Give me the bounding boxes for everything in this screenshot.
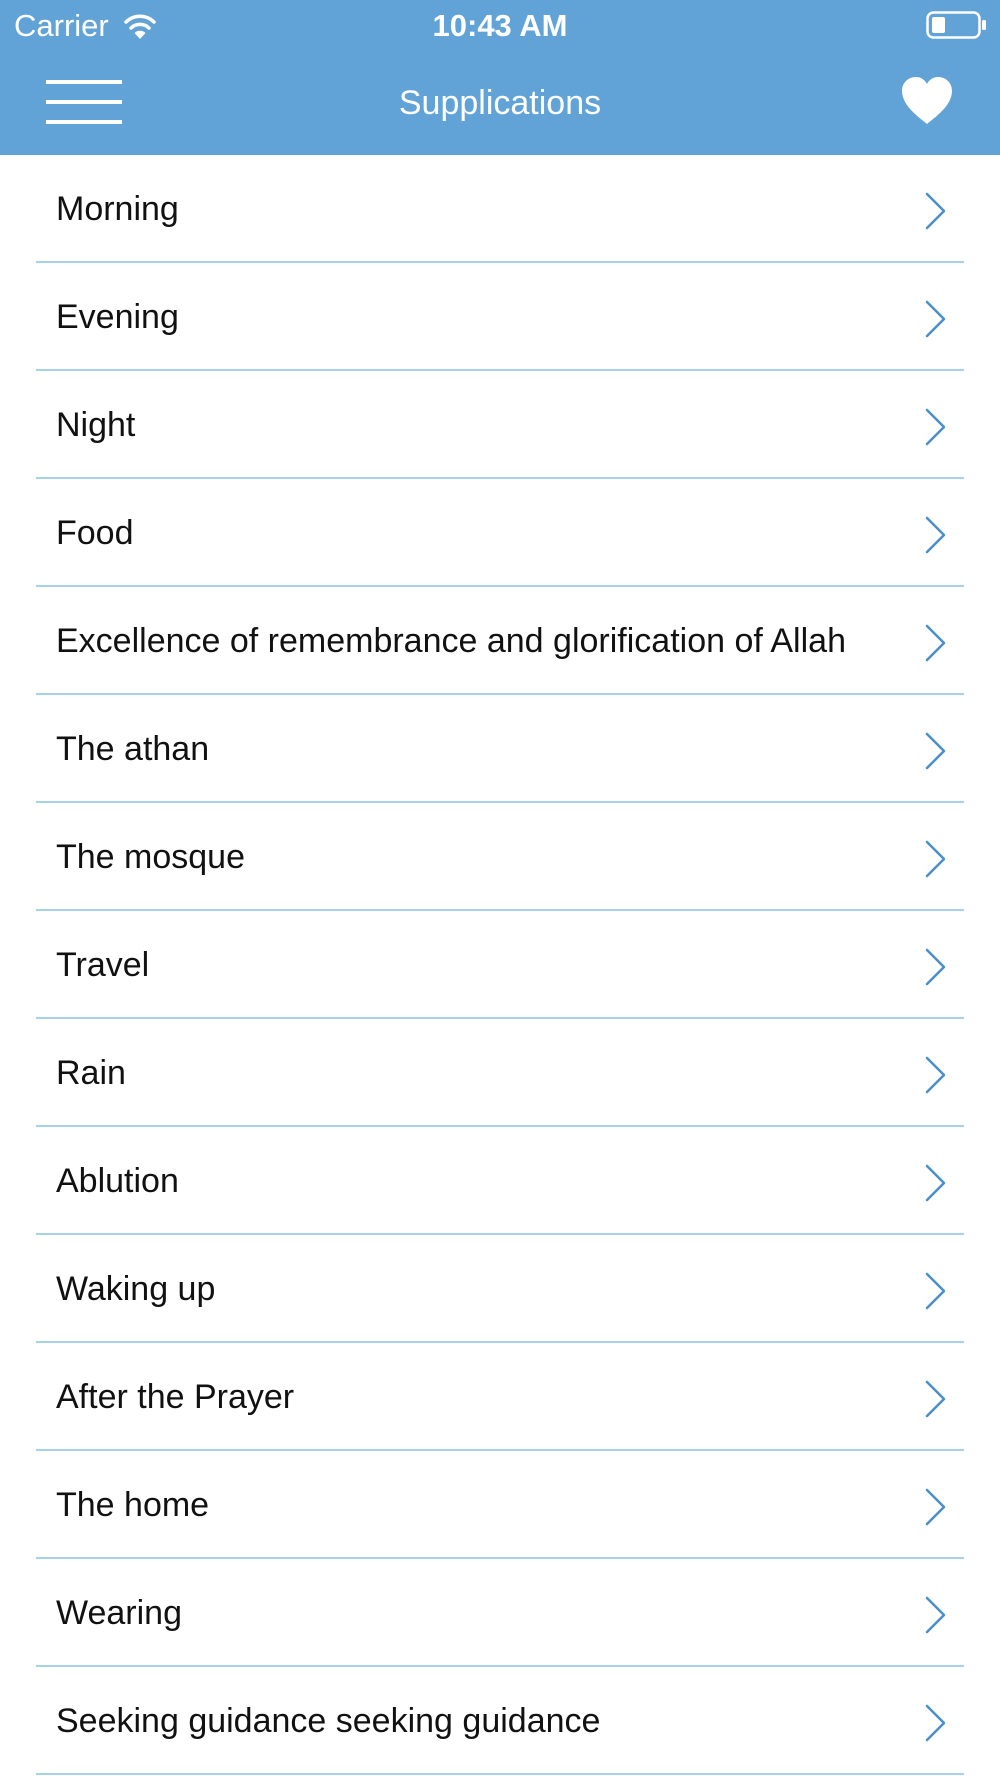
list-item[interactable]: Wearing [0, 1559, 1000, 1667]
list-item[interactable]: After the Prayer [0, 1343, 1000, 1451]
chevron-right-icon [925, 1272, 946, 1310]
list-item[interactable]: Waking up [0, 1235, 1000, 1343]
list-item-label: The mosque [56, 838, 245, 876]
battery-icon [926, 11, 986, 39]
chevron-right-icon [925, 1380, 946, 1418]
list-item[interactable]: Night [0, 371, 1000, 479]
chevron-right-icon [925, 1596, 946, 1634]
list-item[interactable]: The athan [0, 695, 1000, 803]
list-item-label: The home [56, 1486, 210, 1524]
chevron-right-icon [925, 408, 946, 446]
list-item-label: Waking up [56, 1270, 216, 1308]
chevron-right-icon [925, 840, 946, 878]
chevron-right-icon [925, 1164, 946, 1202]
chevron-right-icon [925, 624, 946, 662]
list-item[interactable]: Travel [0, 911, 1000, 1019]
list-item-label: Ablution [56, 1162, 179, 1200]
list-item[interactable]: Food [0, 479, 1000, 587]
list-item-label: Food [56, 514, 134, 552]
list-item[interactable]: The mosque [0, 803, 1000, 911]
chevron-right-icon [925, 732, 946, 770]
chevron-right-icon [925, 948, 946, 986]
list-item-label: Travel [56, 946, 150, 984]
list-item-label: Seeking guidance seeking guidance [56, 1702, 601, 1740]
heart-icon[interactable] [900, 76, 954, 126]
list-item-label: Excellence of remembrance and glorificat… [56, 622, 846, 660]
list-item-label: The athan [56, 730, 210, 768]
status-bar-time: 10:43 AM [432, 8, 568, 43]
list-item[interactable]: The home [0, 1451, 1000, 1559]
list-item[interactable]: Evening [0, 263, 1000, 371]
list-item[interactable]: Seeking guidance seeking guidance [0, 1667, 1000, 1775]
chevron-right-icon [925, 1704, 946, 1742]
row-separator [36, 1773, 964, 1775]
list-item-label: Night [56, 406, 136, 444]
chevron-right-icon [925, 192, 946, 230]
chevron-right-icon [925, 516, 946, 554]
page-title: Supplications [398, 84, 602, 122]
list-item-label: After the Prayer [56, 1378, 295, 1416]
list-item[interactable]: Rain [0, 1019, 1000, 1127]
navigation-bar: Carrier 10:43 AM Supplications [0, 0, 1000, 155]
list-item[interactable]: Morning [0, 155, 1000, 263]
list-item[interactable]: Excellence of remembrance and glorificat… [0, 587, 1000, 695]
list-item[interactable]: Ablution [0, 1127, 1000, 1235]
list-item-label: Wearing [56, 1594, 182, 1632]
list-item-label: Evening [56, 298, 179, 336]
list-item-label: Morning [56, 190, 179, 228]
chevron-right-icon [925, 1056, 946, 1094]
supplications-list: Morning Evening Night Food Excellence of rem… [0, 155, 1000, 1775]
list-item-label: Rain [56, 1054, 126, 1092]
chevron-right-icon [925, 300, 946, 338]
chevron-right-icon [925, 1488, 946, 1526]
